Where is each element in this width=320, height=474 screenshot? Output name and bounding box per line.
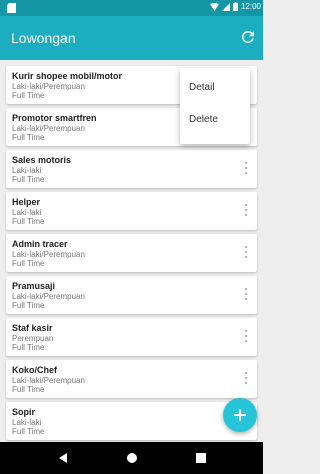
navigation-bar	[0, 442, 263, 474]
menu-item-detail[interactable]: Detail	[189, 82, 215, 93]
job-type: Full Time	[12, 427, 45, 436]
more-options-icon[interactable]	[241, 160, 251, 176]
context-menu: Detail Delete	[180, 68, 250, 144]
job-gender: Laki-laki/Perempuan	[12, 376, 85, 385]
job-title: Sales motoris	[12, 155, 72, 165]
job-type: Full Time	[12, 133, 45, 142]
job-gender: Laki-laki	[12, 166, 42, 175]
status-bar: 12:00	[0, 0, 263, 16]
job-card[interactable]: Sales motoris Laki-laki Full Time	[6, 150, 257, 188]
page-title: Lowongan	[11, 30, 76, 46]
job-gender: Laki-laki	[12, 208, 42, 217]
job-type: Full Time	[12, 175, 45, 184]
plus-icon	[234, 409, 246, 421]
job-title: Admin tracer	[12, 239, 68, 249]
job-type: Full Time	[12, 91, 45, 100]
job-card[interactable]: Sopir Laki-laki Full Time	[6, 402, 257, 440]
job-title: Helper	[12, 197, 41, 207]
job-title: Staf kasir	[12, 323, 53, 333]
signal-icon	[221, 2, 230, 11]
add-job-button[interactable]	[223, 398, 257, 432]
refresh-icon[interactable]	[239, 28, 257, 46]
job-title: Sopir	[12, 407, 36, 417]
menu-item-delete[interactable]: Delete	[189, 114, 218, 125]
back-icon[interactable]	[56, 451, 70, 465]
job-type: Full Time	[12, 217, 45, 226]
job-gender: Laki-laki/Perempuan	[12, 292, 85, 301]
job-card[interactable]: Koko/Chef Laki-laki/Perempuan Full Time	[6, 360, 257, 398]
job-type: Full Time	[12, 301, 45, 310]
job-type: Full Time	[12, 259, 45, 268]
job-title: Koko/Chef	[12, 365, 57, 375]
job-card[interactable]: Admin tracer Laki-laki/Perempuan Full Ti…	[6, 234, 257, 272]
app-bar: Lowongan	[0, 16, 263, 60]
recents-icon[interactable]	[194, 451, 208, 465]
job-gender: Laki-laki	[12, 418, 42, 427]
job-gender: Perempuan	[12, 334, 54, 343]
job-title: Pramusaji	[12, 281, 56, 291]
job-gender: Laki-laki/Perempuan	[12, 82, 85, 91]
job-gender: Laki-laki/Perempuan	[12, 250, 85, 259]
more-options-icon[interactable]	[241, 244, 251, 260]
job-title: Promotor smartfren	[12, 113, 97, 123]
battery-icon	[232, 2, 238, 11]
status-time: 12:00	[240, 2, 261, 11]
job-type: Full Time	[12, 385, 45, 394]
sd-card-icon	[7, 3, 16, 13]
job-gender: Laki-laki/Perempuan	[12, 124, 85, 133]
job-card[interactable]: Staf kasir Perempuan Full Time	[6, 318, 257, 356]
job-card[interactable]: Pramusaji Laki-laki/Perempuan Full Time	[6, 276, 257, 314]
wifi-icon	[209, 2, 219, 11]
more-options-icon[interactable]	[241, 370, 251, 386]
more-options-icon[interactable]	[241, 286, 251, 302]
home-icon[interactable]	[125, 451, 139, 465]
more-options-icon[interactable]	[241, 202, 251, 218]
job-card[interactable]: Helper Laki-laki Full Time	[6, 192, 257, 230]
job-title: Kurir shopee mobil/motor	[12, 71, 123, 81]
more-options-icon[interactable]	[241, 328, 251, 344]
job-type: Full Time	[12, 343, 45, 352]
